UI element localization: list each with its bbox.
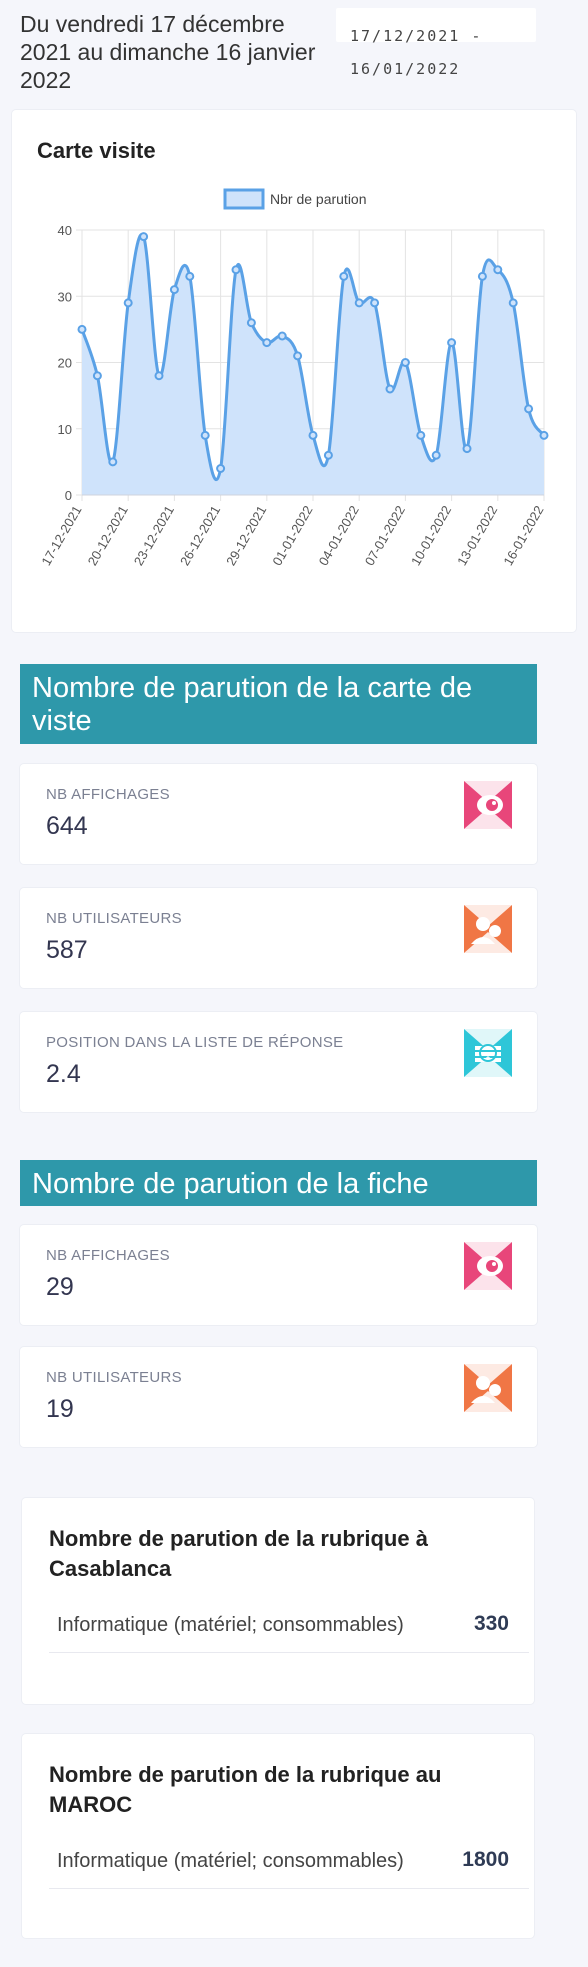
stat-value: 644 xyxy=(46,812,88,840)
data-point xyxy=(262,338,272,348)
data-point xyxy=(385,384,395,394)
y-tick-label: 0 xyxy=(65,488,72,503)
data-point xyxy=(108,457,118,467)
data-point xyxy=(185,271,195,281)
data-point xyxy=(92,371,102,381)
list-position-icon xyxy=(464,1029,512,1077)
data-point xyxy=(139,232,149,242)
stat-card-fiche-affichages: NB AFFICHAGES 29 xyxy=(20,1225,537,1325)
stat-card-position: POSITION DANS LA LISTE DE RÉPONSE 2.4 xyxy=(20,1012,537,1112)
x-tick-label: 20-12-2021 xyxy=(85,503,131,568)
y-tick-label: 30 xyxy=(58,289,72,304)
date-range-input[interactable]: 17/12/2021 - 16/01/2022 xyxy=(336,8,536,78)
rubrique-row-value: 330 xyxy=(473,1612,509,1635)
eye-icon xyxy=(464,781,512,829)
y-tick-label: 40 xyxy=(58,223,72,238)
data-point xyxy=(508,298,518,308)
x-tick-label: 16-01-2022 xyxy=(500,503,546,568)
rubrique-title: Nombre de parution de la rubrique au MAR… xyxy=(49,1762,442,1817)
chart-card: Carte visite 0 10 20 30 40 17-12-2021 20-12-20… xyxy=(12,110,576,632)
x-tick-label: 26-12-2021 xyxy=(177,503,223,568)
x-tick-label: 01-01-2022 xyxy=(269,503,315,568)
data-point xyxy=(216,464,226,473)
section-banner-carte: Nombre de parution de la carte de viste xyxy=(20,664,537,744)
rubrique-title: Nombre de parution de la rubrique à Casa… xyxy=(49,1526,428,1581)
legend-label: Nbr de parution xyxy=(270,191,367,207)
rubrique-row: Informatique (matériel; consommables) 33… xyxy=(49,1606,529,1653)
stat-label: POSITION DANS LA LISTE DE RÉPONSE xyxy=(46,1034,344,1051)
rubrique-row-label: Informatique (matériel; consommables) xyxy=(57,1614,404,1636)
data-point xyxy=(169,285,179,295)
data-point xyxy=(370,298,380,308)
x-tick-label: 17-12-2021 xyxy=(38,503,84,568)
rubrique-row: Informatique (matériel; consommables) 18… xyxy=(49,1842,529,1889)
users-icon xyxy=(464,905,512,953)
data-point xyxy=(493,265,503,275)
y-tick-label: 20 xyxy=(58,356,72,371)
legend-swatch xyxy=(223,188,265,210)
stat-card-utilisateurs: NB UTILISATEURS 587 xyxy=(20,888,537,988)
section-banner-fiche: Nombre de parution de la fiche xyxy=(20,1160,537,1206)
x-tick-label: 04-01-2022 xyxy=(316,503,362,568)
eye-icon xyxy=(464,1242,512,1290)
x-tick-label: 23-12-2021 xyxy=(131,503,177,568)
data-point xyxy=(231,265,241,275)
data-point xyxy=(400,358,410,367)
stat-label: NB AFFICHAGES xyxy=(46,786,170,803)
x-tick-label: 13-01-2022 xyxy=(454,503,500,568)
data-point xyxy=(123,298,133,308)
data-point xyxy=(431,450,441,460)
data-point xyxy=(447,338,457,348)
data-point xyxy=(200,430,210,440)
stat-value: 19 xyxy=(46,1395,74,1423)
rubrique-row-value: 1800 xyxy=(462,1848,509,1871)
data-point xyxy=(154,371,164,381)
stat-label: NB UTILISATEURS xyxy=(46,910,182,927)
parution-chart: 01020304017-12-2021 20-12-2021 23-12-2021 2… xyxy=(38,188,549,568)
data-point xyxy=(246,318,256,328)
data-point xyxy=(354,298,364,308)
data-point xyxy=(308,430,318,440)
data-point xyxy=(524,404,534,414)
stat-value: 2.4 xyxy=(46,1060,81,1088)
rubrique-row-label: Informatique (matériel; consommables) xyxy=(57,1850,404,1872)
stat-label: NB UTILISATEURS xyxy=(46,1369,182,1386)
data-point xyxy=(477,271,487,281)
data-point xyxy=(323,450,333,460)
y-tick-label: 10 xyxy=(58,422,72,437)
rubrique-casablanca-card: Nombre de parution de la rubrique à Casa… xyxy=(22,1498,534,1704)
x-tick-label: 10-01-2022 xyxy=(408,503,454,568)
users-icon xyxy=(464,1364,512,1412)
data-point xyxy=(539,430,549,440)
stat-value: 587 xyxy=(46,936,88,964)
period-text: Du vendredi 17 décembre 2021 au dimanche… xyxy=(20,11,316,93)
data-point xyxy=(293,351,303,361)
data-point xyxy=(416,430,426,440)
data-point xyxy=(462,444,472,454)
data-point xyxy=(277,331,287,341)
report-header: Du vendredi 17 décembre 2021 au dimanche… xyxy=(0,0,588,105)
stat-value: 29 xyxy=(46,1273,74,1301)
stat-label: NB AFFICHAGES xyxy=(46,1247,170,1264)
stat-card-affichages: NB AFFICHAGES 644 xyxy=(20,764,537,864)
rubrique-maroc-card: Nombre de parution de la rubrique au MAR… xyxy=(22,1734,534,1938)
data-point xyxy=(339,271,349,281)
stat-card-fiche-utilisateurs: NB UTILISATEURS 19 xyxy=(20,1347,537,1447)
data-point xyxy=(77,324,87,334)
x-tick-label: 29-12-2021 xyxy=(223,503,269,568)
x-tick-label: 07-01-2022 xyxy=(362,503,408,568)
